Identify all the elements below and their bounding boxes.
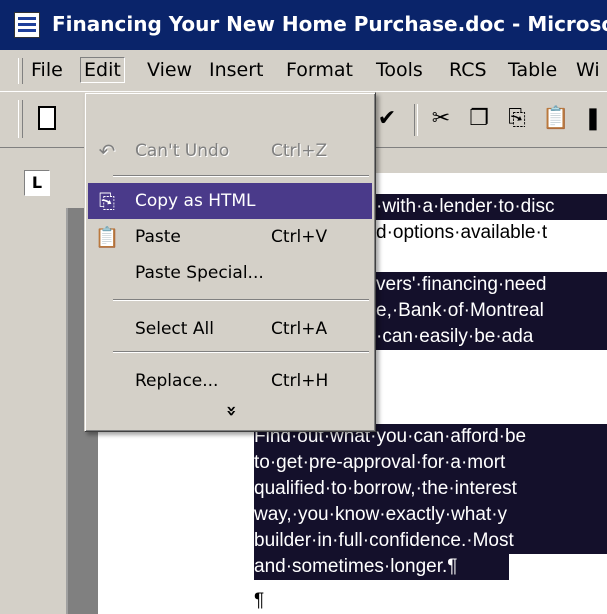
copy-as-html-icon: ⎘	[99, 189, 115, 213]
cut-icon[interactable]: ✂	[428, 106, 454, 132]
menu-bar: File Edit View Insert Format Tools RCS T…	[0, 50, 607, 92]
paste-icon[interactable]: 📋	[542, 106, 569, 132]
copy-as-html-icon[interactable]: ⎘	[504, 106, 530, 132]
menu-item-paste[interactable]: 📋 Paste Ctrl+V	[88, 219, 372, 255]
menubar-grip[interactable]	[18, 58, 23, 84]
menu-insert[interactable]: Insert	[206, 59, 267, 81]
menu-edit[interactable]: Edit	[80, 57, 125, 83]
menu-table[interactable]: Table	[505, 59, 560, 81]
menu-separator	[113, 175, 369, 177]
title-bar: Financing Your New Home Purchase.doc - M…	[0, 0, 607, 50]
toolbar-grip[interactable]	[18, 100, 23, 138]
menu-window[interactable]: Wi	[573, 59, 603, 81]
tab-selector[interactable]: L	[24, 170, 50, 196]
expand-menu-chevron-icon[interactable]: »	[221, 266, 242, 556]
spelling-check-icon[interactable]: ✔	[374, 106, 400, 132]
paste-icon: 📋	[94, 225, 120, 249]
doc-line: builder·in·full·confidence.·Most	[254, 528, 607, 554]
doc-line: e,·Bank·of·Montreal	[376, 298, 607, 324]
window-title: Financing Your New Home Purchase.doc - M…	[52, 12, 607, 36]
copy-icon[interactable]: ❐	[466, 106, 492, 132]
menu-file[interactable]: File	[28, 59, 66, 81]
doc-line: d·options·available·t	[376, 222, 548, 243]
menu-rcs[interactable]: RCS	[446, 59, 490, 81]
toolbar-overflow-icon[interactable]: ❚	[580, 106, 606, 132]
doc-line: way,·you·know·exactly·what·y	[254, 502, 607, 528]
undo-icon: ↶	[98, 139, 116, 163]
word-document-icon[interactable]	[14, 12, 40, 38]
doc-line: vers'·financing·need	[376, 272, 607, 298]
doc-line: ·can·easily·be·ada	[376, 324, 607, 350]
menu-format[interactable]: Format	[283, 59, 356, 81]
menu-tools[interactable]: Tools	[373, 59, 426, 81]
doc-line: qualified·to·borrow,·the·interest	[254, 476, 607, 502]
toolbar-separator	[414, 104, 418, 136]
doc-line: to·get·pre-approval·for·a·mort	[254, 450, 607, 476]
doc-line: and·sometimes·longer.¶	[254, 554, 509, 580]
menu-item-copy-as-html[interactable]: ⎘ Copy as HTML	[88, 183, 372, 219]
new-document-icon[interactable]	[38, 106, 56, 130]
menu-view[interactable]: View	[144, 59, 195, 81]
doc-paragraph-mark: ¶	[254, 590, 265, 611]
edit-menu-dropdown: ↶ Can't Undo Ctrl+Z ⎘ Copy as HTML 📋 Pas…	[84, 92, 376, 432]
menu-item-undo[interactable]: ↶ Can't Undo Ctrl+Z	[88, 133, 372, 169]
